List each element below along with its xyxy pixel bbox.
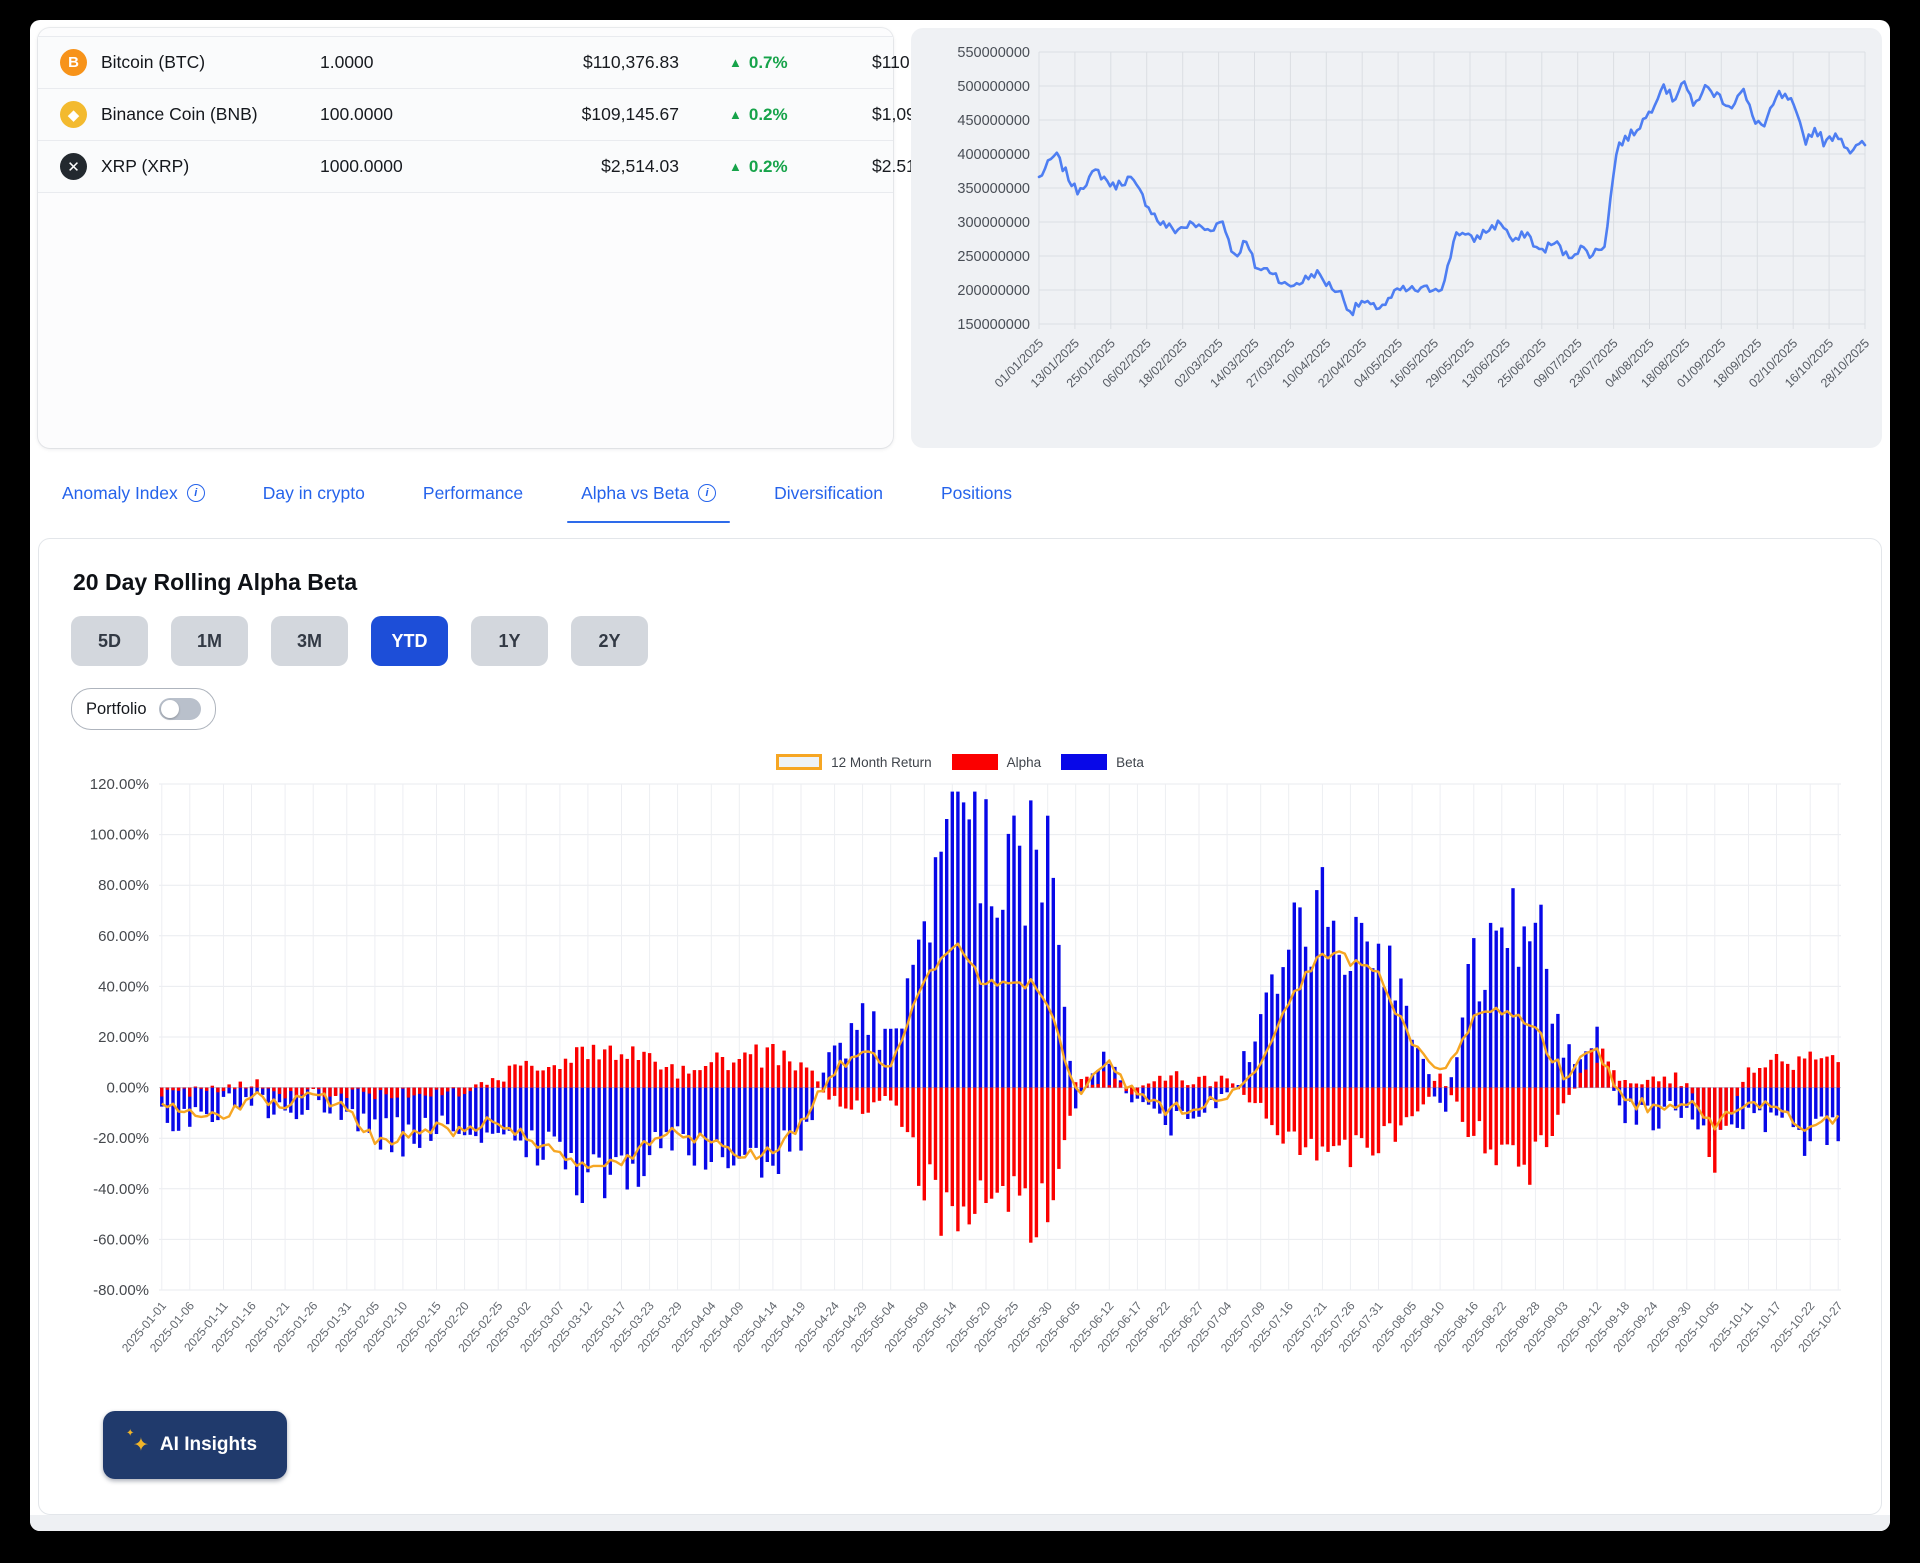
portfolio-value-chart[interactable]: 550000000 500000000 450000000 400000000 3500… bbox=[913, 32, 1880, 449]
beta-swatch bbox=[1061, 754, 1107, 770]
svg-text:300000000: 300000000 bbox=[957, 215, 1030, 231]
coin-quantity: 1000.0000 bbox=[320, 156, 480, 177]
ai-insights-button[interactable]: ✦✦ AI Insights bbox=[103, 1411, 287, 1479]
holdings-table: B Bitcoin (BTC) 1.0000 $110,376.83 ▲0.7%… bbox=[38, 36, 893, 193]
legend-alpha[interactable]: Alpha bbox=[952, 754, 1042, 770]
app-frame: B Bitcoin (BTC) 1.0000 $110,376.83 ▲0.7%… bbox=[0, 0, 1920, 1563]
bnb-icon: ◆ bbox=[60, 101, 87, 128]
svg-text:0.00%: 0.00% bbox=[106, 1080, 149, 1097]
svg-text:-40.00%: -40.00% bbox=[93, 1181, 149, 1198]
coin-change: ▲0.2% bbox=[685, 105, 840, 125]
portfolio-toggle[interactable] bbox=[159, 698, 201, 720]
range-selector: 5D 1M 3M YTD 1Y 2Y bbox=[71, 616, 1853, 666]
svg-text:100.00%: 100.00% bbox=[90, 827, 149, 844]
legend-12-month-return[interactable]: 12 Month Return bbox=[776, 754, 932, 770]
coin-name: Binance Coin (BNB) bbox=[101, 104, 258, 125]
portfolio-value-chart-card: 550000000 500000000 450000000 400000000 3500… bbox=[911, 28, 1882, 448]
svg-text:-20.00%: -20.00% bbox=[93, 1130, 149, 1147]
svg-text:550000000: 550000000 bbox=[957, 45, 1030, 61]
svg-text:500000000: 500000000 bbox=[957, 79, 1030, 95]
range-1y-button[interactable]: 1Y bbox=[471, 616, 548, 666]
tab-diversification[interactable]: Diversification bbox=[774, 448, 883, 538]
panel-title: 20 Day Rolling Alpha Beta bbox=[73, 569, 1853, 596]
tab-bar: Anomaly Indexi Day in crypto Performance… bbox=[38, 448, 1882, 538]
svg-text:450000000: 450000000 bbox=[957, 113, 1030, 129]
xrp-icon: ✕ bbox=[60, 153, 87, 180]
range-1m-button[interactable]: 1M bbox=[171, 616, 248, 666]
tab-day-in-crypto[interactable]: Day in crypto bbox=[263, 448, 365, 538]
portfolio-toggle-label: Portfolio bbox=[86, 700, 147, 719]
svg-text:40.00%: 40.00% bbox=[98, 978, 149, 995]
coin-change: ▲0.2% bbox=[685, 157, 840, 177]
coin-name: Bitcoin (BTC) bbox=[101, 52, 205, 73]
coin-quantity: 100.0000 bbox=[320, 104, 480, 125]
coin-value: $2.51 bbox=[840, 156, 916, 177]
coin-quantity: 1.0000 bbox=[320, 52, 480, 73]
coin-name: XRP (XRP) bbox=[101, 156, 189, 177]
svg-text:350000000: 350000000 bbox=[957, 181, 1030, 197]
tab-alpha-vs-beta[interactable]: Alpha vs Betai bbox=[581, 448, 716, 538]
svg-text:80.00%: 80.00% bbox=[98, 877, 149, 894]
tab-anomaly-index[interactable]: Anomaly Indexi bbox=[62, 448, 205, 538]
svg-text:60.00%: 60.00% bbox=[98, 928, 149, 945]
holding-row-btc[interactable]: B Bitcoin (BTC) 1.0000 $110,376.83 ▲0.7%… bbox=[38, 37, 893, 89]
coin-price: $2,514.03 bbox=[480, 156, 685, 177]
alpha-beta-chart[interactable]: 120.00% 100.00% 80.00% 60.00% 40.00% 20.00% 0.… bbox=[67, 774, 1853, 1401]
alpha-beta-panel: 20 Day Rolling Alpha Beta 5D 1M 3M YTD 1… bbox=[38, 538, 1882, 1515]
page: B Bitcoin (BTC) 1.0000 $110,376.83 ▲0.7%… bbox=[30, 20, 1890, 1531]
legend-beta[interactable]: Beta bbox=[1061, 754, 1144, 770]
chart-legend: 12 Month Return Alpha Beta bbox=[67, 754, 1853, 770]
tab-positions[interactable]: Positions bbox=[941, 448, 1012, 538]
coin-price: $109,145.67 bbox=[480, 104, 685, 125]
svg-text:250000000: 250000000 bbox=[957, 249, 1030, 265]
holdings-card: B Bitcoin (BTC) 1.0000 $110,376.83 ▲0.7%… bbox=[38, 28, 893, 448]
range-3m-button[interactable]: 3M bbox=[271, 616, 348, 666]
range-5d-button[interactable]: 5D bbox=[71, 616, 148, 666]
bottom-strip bbox=[30, 1515, 1890, 1531]
range-ytd-button[interactable]: YTD bbox=[371, 616, 448, 666]
coin-price: $110,376.83 bbox=[480, 52, 685, 73]
svg-text:400000000: 400000000 bbox=[957, 147, 1030, 163]
up-arrow-icon: ▲ bbox=[729, 55, 742, 70]
info-icon[interactable]: i bbox=[698, 484, 716, 502]
bitcoin-icon: B bbox=[60, 49, 87, 76]
svg-text:20.00%: 20.00% bbox=[98, 1029, 149, 1046]
info-icon[interactable]: i bbox=[187, 484, 205, 502]
sparkles-icon: ✦✦ bbox=[133, 1436, 149, 1455]
toggle-knob bbox=[161, 700, 179, 718]
svg-text:-80.00%: -80.00% bbox=[93, 1282, 149, 1299]
svg-text:-60.00%: -60.00% bbox=[93, 1231, 149, 1248]
svg-text:150000000: 150000000 bbox=[957, 317, 1030, 333]
tab-performance[interactable]: Performance bbox=[423, 448, 523, 538]
range-2y-button[interactable]: 2Y bbox=[571, 616, 648, 666]
holding-row-bnb[interactable]: ◆ Binance Coin (BNB) 100.0000 $109,145.6… bbox=[38, 89, 893, 141]
svg-text:200000000: 200000000 bbox=[957, 283, 1030, 299]
top-row: B Bitcoin (BTC) 1.0000 $110,376.83 ▲0.7%… bbox=[38, 28, 1882, 448]
holding-row-xrp[interactable]: ✕ XRP (XRP) 1000.0000 $2,514.03 ▲0.2% $2… bbox=[38, 141, 893, 193]
coin-change: ▲0.7% bbox=[685, 53, 840, 73]
up-arrow-icon: ▲ bbox=[729, 159, 742, 174]
return-swatch bbox=[776, 754, 822, 770]
up-arrow-icon: ▲ bbox=[729, 107, 742, 122]
alpha-swatch bbox=[952, 754, 998, 770]
svg-text:120.00%: 120.00% bbox=[90, 776, 149, 793]
portfolio-toggle-pill: Portfolio bbox=[71, 688, 216, 730]
